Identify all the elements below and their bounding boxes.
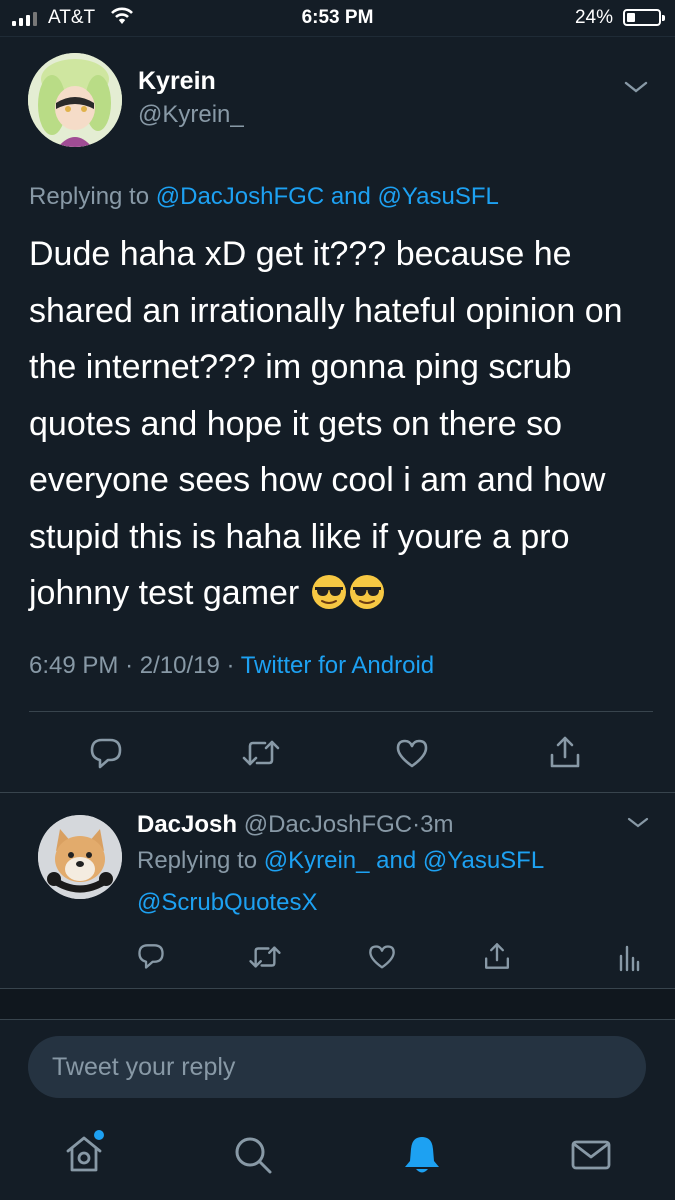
reply-icon[interactable] [136, 942, 166, 970]
tweet-time: 6:49 PM [29, 652, 119, 679]
share-icon[interactable] [547, 734, 583, 770]
messages-icon[interactable] [570, 1139, 612, 1171]
reply-author-name[interactable]: DacJosh [137, 811, 237, 838]
chevron-down-icon[interactable] [626, 815, 650, 831]
avatar-image [38, 815, 122, 899]
reply-icon[interactable] [88, 736, 124, 770]
status-divider [0, 36, 675, 37]
retweet-icon[interactable] [241, 738, 281, 768]
mention-link[interactable]: @Kyrein_ [264, 847, 370, 874]
replying-to-prefix: Replying to [137, 847, 258, 874]
tweet-body: Dude haha xD get it??? because he shared… [29, 226, 649, 622]
status-bar: AT&T 6:53 PM 24% [0, 0, 675, 36]
sunglasses-emoji-icon [311, 575, 346, 609]
like-icon[interactable] [394, 737, 430, 769]
meta-separator: · [125, 652, 134, 679]
author-handle[interactable]: @Kyrein_ [138, 101, 244, 129]
notifications-icon[interactable] [402, 1134, 442, 1176]
chevron-down-icon[interactable] [622, 78, 650, 96]
bottom-tab-bar [0, 1110, 675, 1200]
retweet-icon[interactable] [248, 944, 282, 970]
replying-and: and [330, 183, 371, 210]
avatar-image [28, 53, 122, 147]
reply-age: 3m [420, 811, 454, 838]
reply-header: DacJosh @DacJoshFGC·3m [137, 811, 453, 839]
replying-to-line: Replying to @DacJoshFGC and @YasuSFL [29, 183, 499, 211]
reply-text[interactable]: @ScrubQuotesX [137, 889, 317, 917]
author-name[interactable]: Kyrein [138, 67, 216, 96]
reply-author-avatar[interactable] [38, 815, 122, 899]
mention-link[interactable]: @DacJoshFGC [156, 183, 324, 210]
actions-divider [0, 792, 675, 793]
author-avatar[interactable] [28, 53, 122, 147]
replying-and: and [376, 847, 417, 874]
tweet-date: 2/10/19 [139, 652, 220, 679]
mention-link[interactable]: @YasuSFL [378, 183, 499, 210]
meta-separator: · [226, 652, 235, 679]
reply-author-handle[interactable]: @DacJoshFGC [244, 811, 412, 838]
search-icon[interactable] [233, 1135, 273, 1175]
share-icon[interactable] [482, 941, 512, 971]
reply-input[interactable]: Tweet your reply [28, 1036, 646, 1098]
tweet-text: Dude haha xD get it??? because he shared… [29, 235, 623, 612]
reply-replying-to-line: Replying to @Kyrein_ and @YasuSFL [137, 847, 544, 875]
tweet-source[interactable]: Twitter for Android [241, 652, 434, 679]
tweet-meta: 6:49 PM · 2/10/19 · Twitter for Android [29, 652, 434, 680]
mention-link[interactable]: @YasuSFL [423, 847, 544, 874]
notification-dot [94, 1130, 104, 1140]
section-separator [0, 988, 675, 1020]
meta-divider [29, 711, 653, 712]
sunglasses-emoji-icon [349, 575, 384, 609]
home-icon[interactable] [63, 1134, 105, 1174]
reply-separator: · [412, 811, 421, 838]
battery-percent: 24% [574, 7, 613, 28]
battery-icon [623, 9, 665, 26]
analytics-icon[interactable] [618, 942, 640, 972]
like-icon[interactable] [367, 943, 397, 970]
status-time: 6:53 PM [301, 7, 374, 28]
replying-to-prefix: Replying to [29, 183, 150, 210]
